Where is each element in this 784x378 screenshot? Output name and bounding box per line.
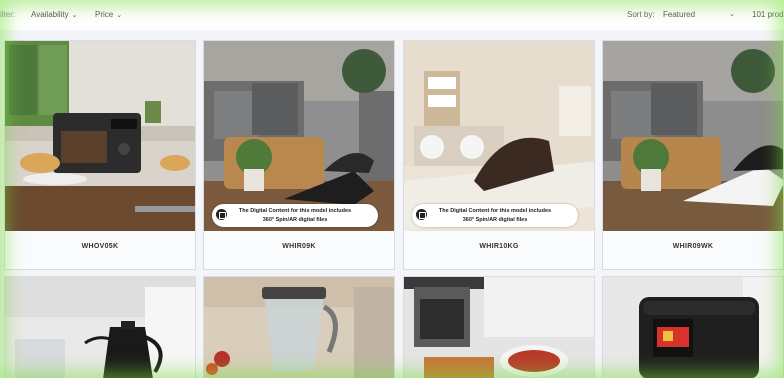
badge-line-2: 360° Spin/AR digital files [262, 217, 328, 223]
price-filter[interactable]: Price ⌄ [95, 10, 122, 19]
availability-filter-label: Availability [31, 10, 69, 19]
product-image[interactable] [603, 277, 783, 378]
product-image[interactable]: The Digital Content for this model inclu… [404, 41, 594, 231]
product-image[interactable] [404, 277, 594, 378]
filter-label: ilter: [0, 10, 16, 19]
chevron-down-icon: ⌄ [116, 12, 123, 19]
price-filter-label: Price [95, 10, 114, 19]
chevron-down-icon: ⌄ [71, 12, 78, 19]
sort-select[interactable]: Featured [663, 10, 695, 19]
product-title[interactable]: WHIR09K [204, 243, 394, 250]
sort-label: Sort by: [627, 10, 655, 19]
product-card[interactable] [203, 276, 395, 378]
product-card[interactable] [403, 276, 595, 378]
product-image[interactable] [204, 277, 394, 378]
product-card[interactable]: WHOV05K [4, 40, 196, 270]
product-card[interactable] [4, 276, 196, 378]
product-count: 101 produ [752, 10, 784, 19]
product-title[interactable]: WHOV05K [5, 243, 195, 250]
product-title[interactable]: WHIR10KG [404, 243, 594, 250]
badge-line-1: The Digital Content for this model inclu… [438, 208, 552, 214]
product-card[interactable]: WHIR09WK [602, 40, 784, 270]
product-image[interactable] [603, 41, 783, 231]
availability-filter[interactable]: Availability ⌄ [31, 10, 78, 19]
digital-content-badge: The Digital Content for this model inclu… [412, 204, 578, 227]
badge-line-1: The Digital Content for this model inclu… [238, 208, 352, 214]
digital-content-badge: The Digital Content for this model inclu… [212, 204, 378, 227]
product-image[interactable]: The Digital Content for this model inclu… [204, 41, 394, 231]
product-title[interactable]: WHIR09WK [603, 243, 783, 250]
product-image[interactable] [5, 277, 195, 378]
chevron-down-icon[interactable]: ⌄ [729, 10, 735, 18]
product-card[interactable] [602, 276, 784, 378]
badge-line-2: 360° Spin/AR digital files [462, 217, 528, 223]
product-card[interactable]: The Digital Content for this model inclu… [403, 40, 595, 270]
ar-cube-icon [216, 209, 227, 220]
product-image[interactable] [5, 41, 195, 231]
ar-cube-icon [416, 209, 427, 220]
filter-bar: ilter: Availability ⌄ Price ⌄ Sort by: Fea… [0, 0, 784, 30]
product-card[interactable]: The Digital Content for this model inclu… [203, 40, 395, 270]
